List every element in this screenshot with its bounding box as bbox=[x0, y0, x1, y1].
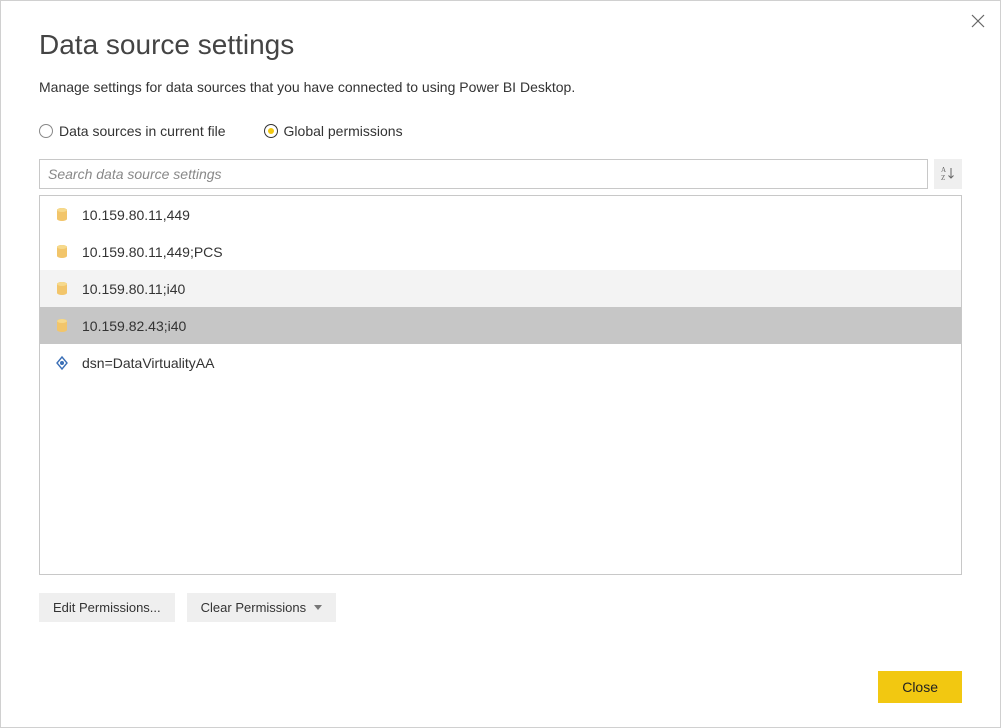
database-icon bbox=[54, 207, 70, 223]
data-source-label: 10.159.80.11,449 bbox=[82, 207, 190, 223]
database-icon bbox=[54, 244, 70, 260]
sort-az-icon: A Z bbox=[940, 165, 956, 184]
svg-text:A: A bbox=[941, 166, 946, 174]
data-source-row[interactable]: 10.159.80.11,449;PCS bbox=[40, 233, 961, 270]
data-source-row[interactable]: dsn=DataVirtualityAA bbox=[40, 344, 961, 381]
data-source-label: dsn=DataVirtualityAA bbox=[82, 355, 214, 371]
dialog-title: Data source settings bbox=[39, 29, 962, 61]
database-icon bbox=[54, 318, 70, 334]
radio-label: Global permissions bbox=[284, 123, 403, 139]
radio-icon bbox=[264, 124, 278, 138]
radio-icon bbox=[39, 124, 53, 138]
radio-current-file[interactable]: Data sources in current file bbox=[39, 123, 226, 139]
radio-label: Data sources in current file bbox=[59, 123, 226, 139]
close-button[interactable]: Close bbox=[878, 671, 962, 703]
button-label: Clear Permissions bbox=[201, 600, 306, 615]
data-source-row[interactable]: 10.159.80.11;i40 bbox=[40, 270, 961, 307]
radio-global-permissions[interactable]: Global permissions bbox=[264, 123, 403, 139]
odbc-icon bbox=[54, 355, 70, 371]
data-source-settings-dialog: Data source settings Manage settings for… bbox=[0, 0, 1001, 728]
svg-text:Z: Z bbox=[941, 174, 945, 181]
data-source-label: 10.159.80.11;i40 bbox=[82, 281, 185, 297]
edit-permissions-button[interactable]: Edit Permissions... bbox=[39, 593, 175, 622]
data-source-label: 10.159.80.11,449;PCS bbox=[82, 244, 223, 260]
data-source-row[interactable]: 10.159.82.43;i40 bbox=[40, 307, 961, 344]
dialog-subtitle: Manage settings for data sources that yo… bbox=[39, 79, 962, 95]
data-source-list[interactable]: 10.159.80.11,449 10.159.80.11,449;PCS 10… bbox=[39, 195, 962, 575]
sort-button[interactable]: A Z bbox=[934, 159, 962, 189]
scope-radio-group: Data sources in current file Global perm… bbox=[39, 123, 962, 139]
database-icon bbox=[54, 281, 70, 297]
data-source-label: 10.159.82.43;i40 bbox=[82, 318, 186, 334]
data-source-row[interactable]: 10.159.80.11,449 bbox=[40, 196, 961, 233]
close-icon[interactable] bbox=[966, 9, 990, 33]
clear-permissions-button[interactable]: Clear Permissions bbox=[187, 593, 336, 622]
chevron-down-icon bbox=[314, 605, 322, 610]
search-input[interactable] bbox=[39, 159, 928, 189]
